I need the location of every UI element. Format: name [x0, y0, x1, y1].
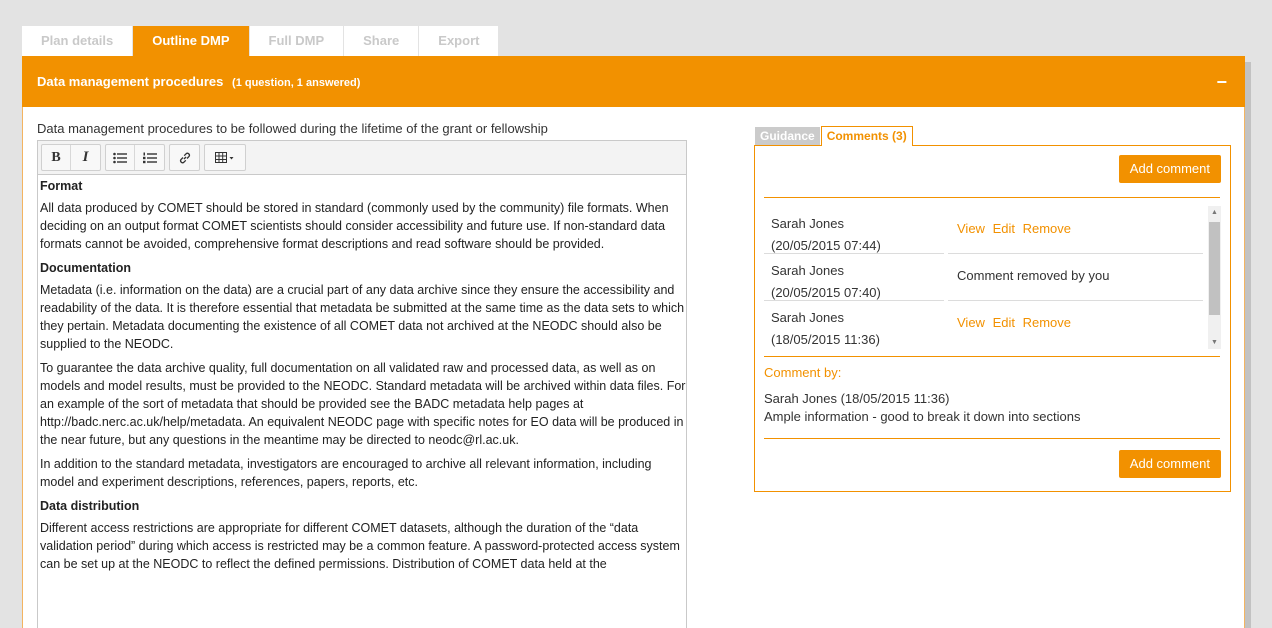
- edit-comment-link[interactable]: Edit: [993, 315, 1015, 330]
- editor-toolbar: B I: [38, 141, 686, 175]
- bullet-list-button[interactable]: [106, 145, 135, 170]
- selected-comment-author: Sarah Jones (18/05/2015 11:36): [764, 391, 950, 406]
- side-tabs: Guidance Comments (3): [755, 126, 913, 146]
- paragraph-documentation-2: To guarantee the data archive quality, f…: [40, 361, 686, 447]
- tab-comments[interactable]: Comments (3): [820, 126, 913, 146]
- paragraph-distribution: Different access restrictions are approp…: [40, 521, 680, 571]
- paragraph-documentation-1: Metadata (i.e. information on the data) …: [40, 283, 685, 351]
- table-button[interactable]: [205, 145, 245, 170]
- scroll-down-icon[interactable]: ▼: [1208, 336, 1221, 349]
- table-group: [204, 144, 246, 171]
- remove-comment-link[interactable]: Remove: [1023, 315, 1071, 330]
- edit-comment-link[interactable]: Edit: [993, 221, 1015, 236]
- link-button[interactable]: [170, 145, 199, 170]
- tab-plan-details[interactable]: Plan details: [22, 26, 133, 56]
- selected-comment-text: Ample information - good to break it dow…: [764, 409, 1081, 424]
- paragraph-format: All data produced by COMET should be sto…: [40, 201, 669, 251]
- numbered-list-button[interactable]: [135, 145, 164, 170]
- tab-full-dmp[interactable]: Full DMP: [249, 26, 344, 56]
- collapse-icon[interactable]: −: [1216, 73, 1227, 91]
- panel-shadow: [1244, 62, 1251, 628]
- plan-tabs: Plan details Outline DMP Full DMP Share …: [22, 26, 499, 56]
- comments-list: Sarah Jones (20/05/2015 07:44) View Edit…: [764, 206, 1220, 349]
- comment-author-block: Sarah Jones (18/05/2015 11:36): [771, 307, 880, 349]
- comment-row[interactable]: Sarah Jones (20/05/2015 07:44) View Edit…: [764, 206, 1207, 253]
- heading-documentation: Documentation: [40, 261, 131, 275]
- row-divider: [948, 253, 1203, 254]
- tab-outline-dmp[interactable]: Outline DMP: [133, 26, 249, 56]
- selected-comment: Sarah Jones (18/05/2015 11:36) Ample inf…: [764, 390, 1220, 426]
- comment-actions: View Edit Remove: [957, 221, 1075, 236]
- section-answer-count: (1 question, 1 answered): [232, 77, 361, 89]
- add-comment-button-bottom[interactable]: Add comment: [1118, 450, 1221, 478]
- comments-panel: Add comment Sarah Jones (20/05/2015 07:4…: [754, 145, 1231, 492]
- comment-row[interactable]: Sarah Jones (18/05/2015 11:36) View Edit…: [764, 300, 1207, 347]
- section-title: Data management procedures: [37, 74, 224, 89]
- editor-content[interactable]: Format All data produced by COMET should…: [38, 175, 686, 628]
- comment-date: (18/05/2015 11:36): [771, 332, 880, 347]
- section-heading: Data management procedures (1 question, …: [37, 74, 360, 89]
- comment-author: Sarah Jones: [771, 216, 844, 231]
- view-comment-link[interactable]: View: [957, 221, 985, 236]
- scroll-up-icon[interactable]: ▲: [1208, 206, 1221, 219]
- comment-author: Sarah Jones: [771, 310, 844, 325]
- comment-by-label: Comment by:: [764, 365, 842, 380]
- link-icon: [179, 152, 190, 163]
- add-comment-button-top[interactable]: Add comment: [1118, 155, 1221, 183]
- comments-scrollbar[interactable]: ▲ ▼: [1208, 206, 1221, 349]
- section-header[interactable]: Data management procedures (1 question, …: [22, 56, 1245, 107]
- scroll-thumb[interactable]: [1209, 222, 1220, 315]
- link-group: [169, 144, 200, 171]
- paragraph-documentation-3: In addition to the standard metadata, in…: [40, 457, 652, 489]
- tab-guidance[interactable]: Guidance: [755, 127, 820, 145]
- bold-button[interactable]: B: [42, 145, 71, 170]
- comment-row[interactable]: Sarah Jones (20/05/2015 07:40) Comment r…: [764, 253, 1207, 300]
- list-group: [105, 144, 165, 171]
- heading-format: Format: [40, 179, 83, 193]
- bullet-list-icon: [113, 152, 127, 163]
- format-group: B I: [41, 144, 101, 171]
- comment-author: Sarah Jones: [771, 263, 844, 278]
- numbered-list-icon: [142, 152, 157, 163]
- row-divider: [764, 253, 944, 254]
- section-panel: Data management procedures (1 question, …: [22, 56, 1245, 628]
- divider-bottom: [764, 438, 1220, 439]
- row-divider: [948, 300, 1203, 301]
- divider-middle: [764, 356, 1220, 357]
- panel-border-left: [22, 107, 23, 628]
- comment-actions: View Edit Remove: [957, 315, 1075, 330]
- heading-distribution: Data distribution: [40, 499, 140, 513]
- table-icon: [215, 151, 234, 163]
- panel-border-right: [1244, 107, 1245, 628]
- question-label: Data management procedures to be followe…: [37, 121, 548, 136]
- divider-top: [764, 197, 1220, 198]
- view-comment-link[interactable]: View: [957, 315, 985, 330]
- comment-author-block: Sarah Jones (20/05/2015 07:40): [771, 260, 881, 304]
- comment-removed-note: Comment removed by you: [957, 268, 1110, 283]
- comment-author-block: Sarah Jones (20/05/2015 07:44): [771, 213, 881, 257]
- rich-text-editor[interactable]: B I Format All data produced by COMET sh…: [37, 140, 687, 628]
- italic-button[interactable]: I: [71, 145, 100, 170]
- tab-share[interactable]: Share: [344, 26, 419, 56]
- tab-export[interactable]: Export: [419, 26, 499, 56]
- row-divider: [764, 300, 944, 301]
- remove-comment-link[interactable]: Remove: [1023, 221, 1071, 236]
